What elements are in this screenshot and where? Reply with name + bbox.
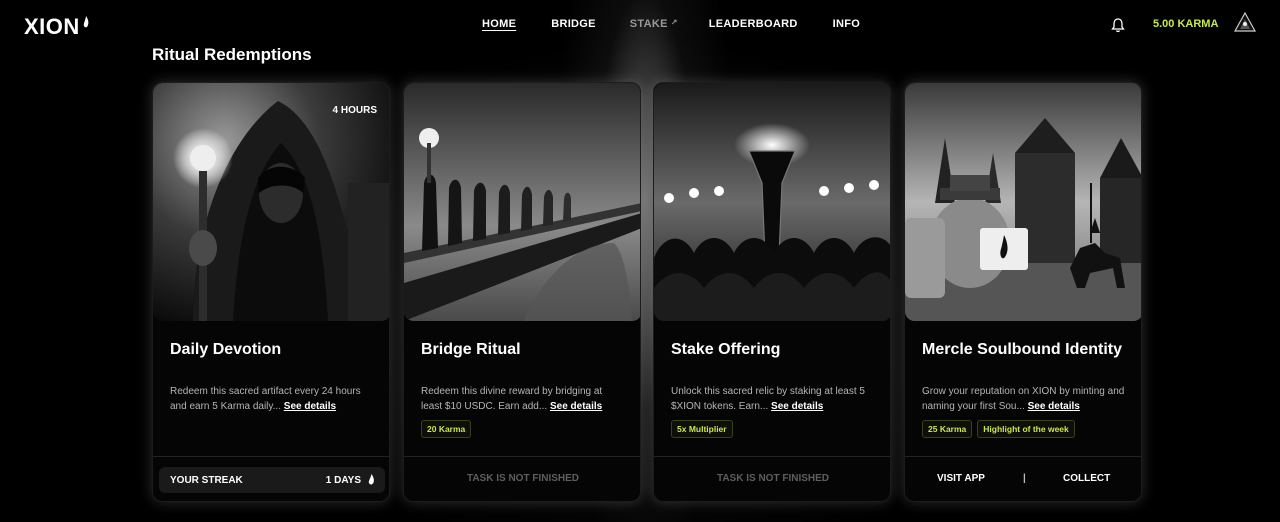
card-title: Daily Devotion: [170, 341, 282, 358]
collect-button[interactable]: COLLECT: [1063, 473, 1110, 484]
task-status: TASK IS NOT FINISHED: [466, 473, 580, 484]
card-title: Mercle Soulbound Identity: [922, 341, 1123, 358]
flame-icon: [83, 16, 89, 28]
karma-tag: 20 Karma: [421, 420, 472, 438]
see-details-link[interactable]: See details: [284, 401, 336, 412]
see-details-link[interactable]: See details: [550, 401, 602, 412]
card-description: Unlock this sacred relic by staking at l…: [671, 384, 875, 414]
card-stake-offering[interactable]: Stake Offering Unlock this sacred relic …: [653, 82, 891, 502]
see-details-link[interactable]: See details: [771, 401, 823, 412]
task-status: TASK IS NOT FINISHED: [716, 473, 830, 484]
see-details-link[interactable]: See details: [1028, 401, 1080, 412]
card-image-medieval-city: [905, 83, 1141, 321]
nav-bridge[interactable]: BRIDGE: [551, 18, 596, 30]
duration-badge: 4 HOURS: [332, 105, 377, 116]
card-divider: [905, 456, 1141, 457]
card-mercle-soulbound-identity[interactable]: Mercle Soulbound Identity Grow your repu…: [904, 82, 1142, 502]
card-description-text: Grow your reputation on XION by minting …: [922, 386, 1125, 412]
card-divider: [153, 456, 389, 457]
streak-value: 1 DAYS: [325, 475, 361, 486]
bell-icon[interactable]: [1111, 17, 1125, 33]
nav-stake[interactable]: STAKE ↗: [630, 18, 678, 30]
tag-list: 25 Karma Highlight of the week: [922, 420, 1075, 438]
card-description: Redeem this sacred artifact every 24 hou…: [170, 384, 374, 414]
visit-app-button[interactable]: VISIT APP: [937, 473, 985, 484]
top-navigation-bar: XION HOME BRIDGE STAKE ↗ LEADERBOARD INFO…: [0, 0, 1280, 46]
external-link-icon: ↗: [670, 18, 678, 27]
tag-list: 5x Multiplier: [671, 420, 733, 438]
karma-tag: 25 Karma: [922, 420, 973, 438]
xion-logo[interactable]: XION: [24, 14, 90, 40]
nav-stake-label: STAKE: [629, 18, 668, 30]
avatar[interactable]: [1233, 11, 1257, 35]
card-description: Redeem this divine reward by bridging at…: [421, 384, 625, 414]
card-bridge-ritual[interactable]: Bridge Ritual Redeem this divine reward …: [403, 82, 641, 502]
card-description: Grow your reputation on XION by minting …: [922, 384, 1126, 414]
card-image-bridge-procession: [404, 83, 640, 321]
card-description-text: Unlock this sacred relic by staking at l…: [671, 386, 865, 412]
card-divider: [404, 456, 640, 457]
tag-list: 20 Karma: [421, 420, 472, 438]
nav-info[interactable]: INFO: [833, 18, 860, 30]
card-image-torch-crowd: [654, 83, 890, 321]
streak-label: YOUR STREAK: [170, 475, 243, 486]
card-image-hooded-figure: 4 HOURS: [153, 83, 389, 321]
action-separator: |: [1023, 473, 1026, 484]
highlight-tag: Highlight of the week: [977, 420, 1075, 438]
karma-balance[interactable]: 5.00 KARMA: [1153, 18, 1218, 30]
flame-icon: [368, 474, 374, 485]
card-divider: [654, 456, 890, 457]
multiplier-tag: 5x Multiplier: [671, 420, 733, 438]
card-daily-devotion[interactable]: 4 HOURS Daily Devotion Redeem this sacre…: [152, 82, 390, 502]
nav-leaderboard[interactable]: LEADERBOARD: [709, 18, 798, 30]
nav-home[interactable]: HOME: [482, 18, 516, 30]
logo-text: XION: [24, 14, 80, 39]
section-title: Ritual Redemptions: [152, 45, 312, 64]
streak-bar: YOUR STREAK 1 DAYS: [159, 467, 385, 493]
main-nav: HOME BRIDGE STAKE ↗ LEADERBOARD INFO: [482, 18, 860, 30]
card-title: Bridge Ritual: [421, 341, 521, 358]
card-title: Stake Offering: [671, 341, 781, 358]
